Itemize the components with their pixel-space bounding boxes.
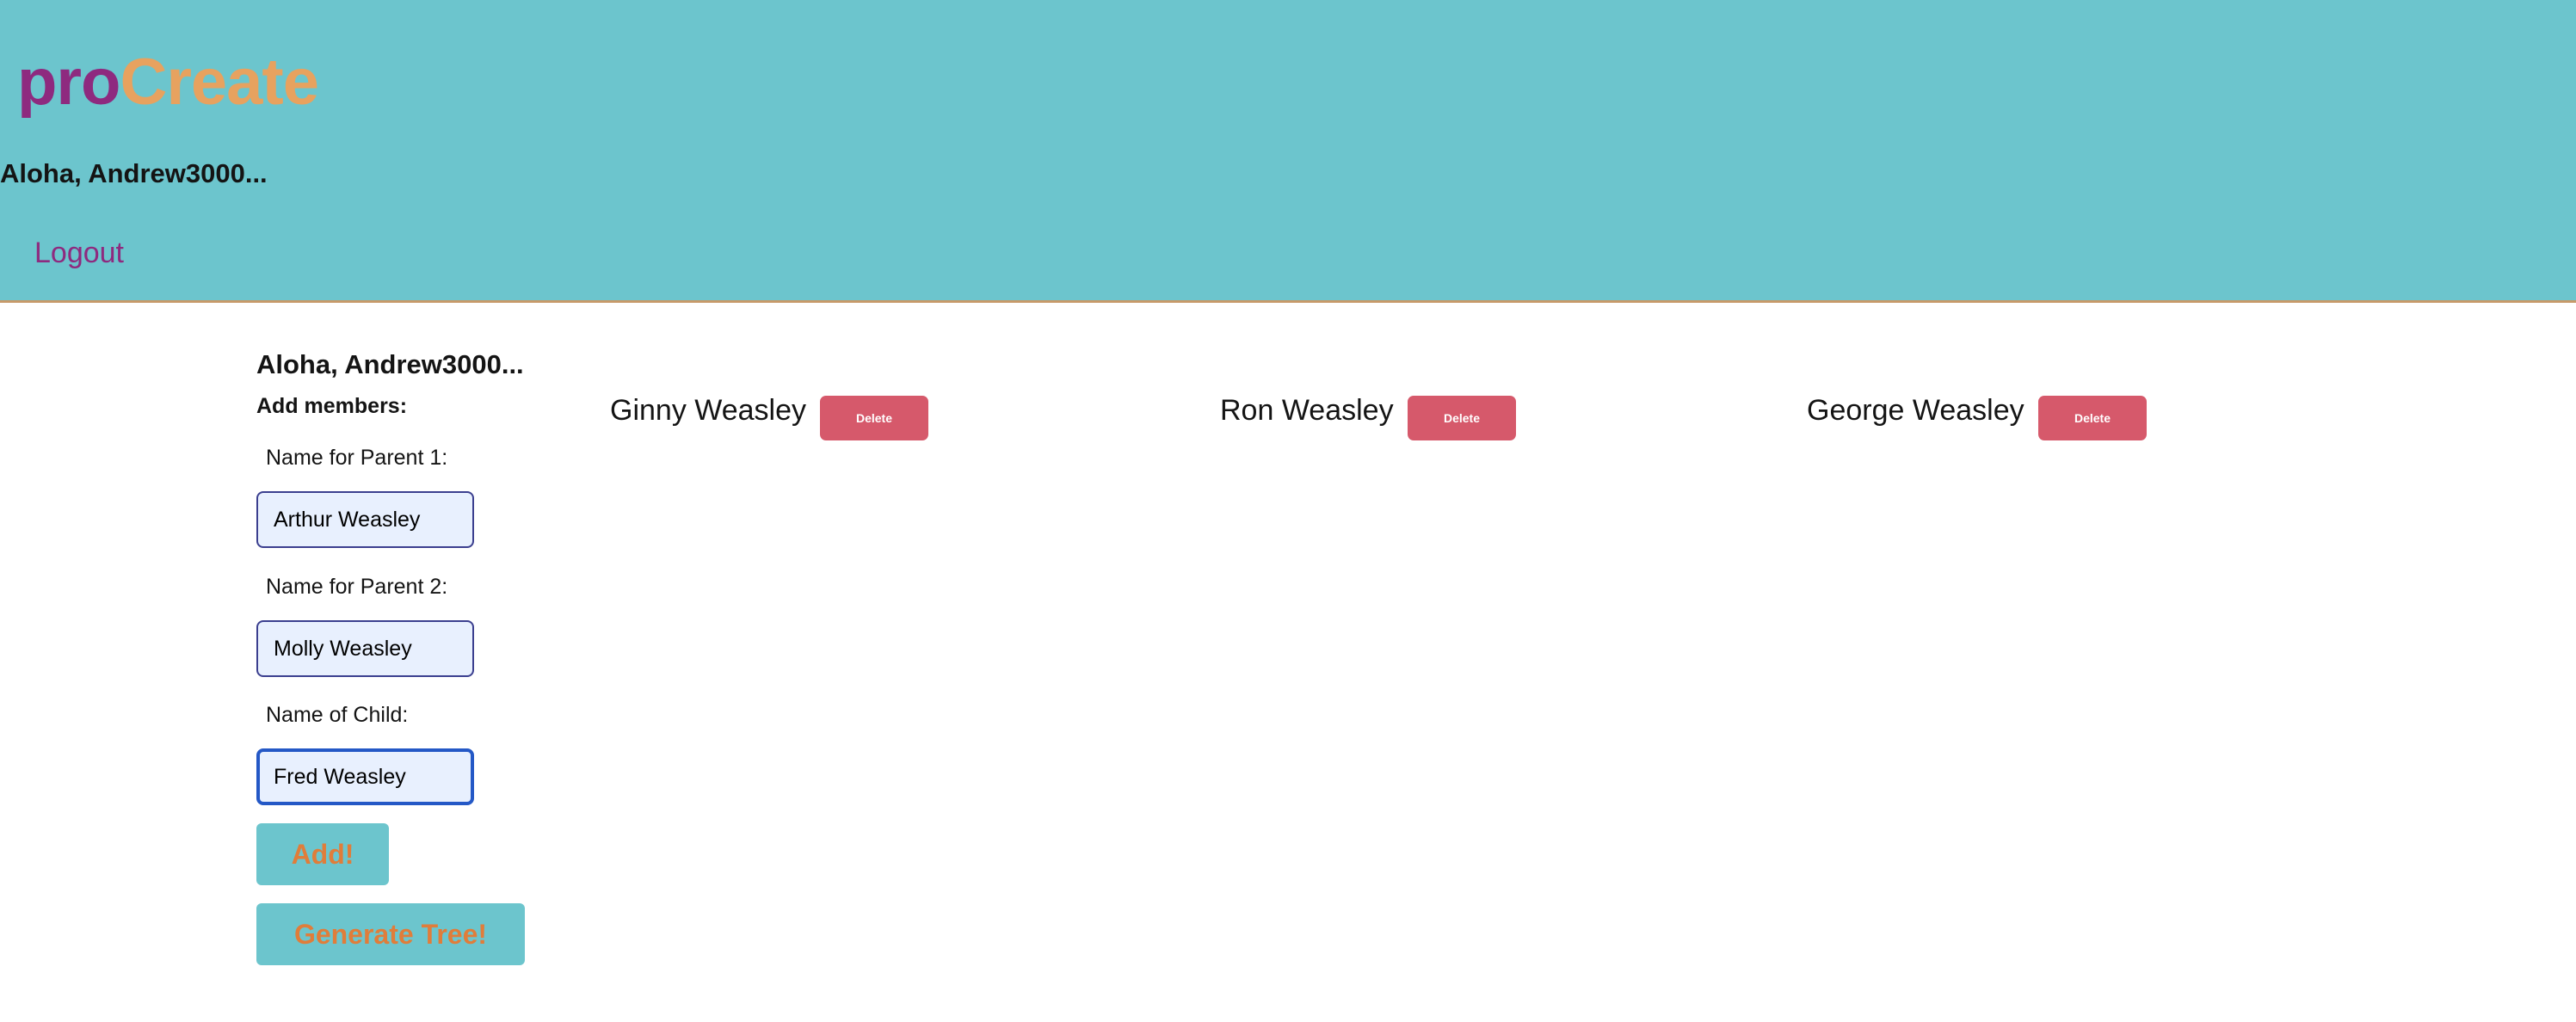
generate-tree-button[interactable]: Generate Tree!	[256, 903, 525, 965]
app-header: proCreate Aloha, Andrew3000... Logout	[0, 0, 2576, 303]
parent2-label: Name for Parent 2:	[266, 575, 448, 599]
member-name: George Weasley	[1807, 394, 2024, 427]
add-members-heading: Add members:	[256, 394, 408, 418]
delete-button[interactable]: Delete	[2038, 396, 2147, 440]
member-name: Ginny Weasley	[610, 394, 807, 427]
member-name: Ron Weasley	[1220, 394, 1394, 427]
app-logo: proCreate	[17, 50, 319, 115]
page-greeting: Aloha, Andrew3000...	[256, 349, 524, 379]
header-greeting: Aloha, Andrew3000...	[0, 158, 268, 188]
parent2-input[interactable]	[256, 620, 474, 677]
child-label: Name of Child:	[266, 703, 409, 727]
parent1-input[interactable]	[256, 491, 474, 548]
logout-link[interactable]: Logout	[34, 237, 124, 270]
logo-pro-text: pro	[17, 46, 120, 119]
add-button[interactable]: Add!	[256, 823, 389, 885]
child-input[interactable]	[256, 748, 474, 805]
logo-create-text: Create	[120, 46, 319, 119]
delete-button[interactable]: Delete	[1408, 396, 1516, 440]
parent1-label: Name for Parent 1:	[266, 446, 448, 470]
delete-button[interactable]: Delete	[820, 396, 928, 440]
